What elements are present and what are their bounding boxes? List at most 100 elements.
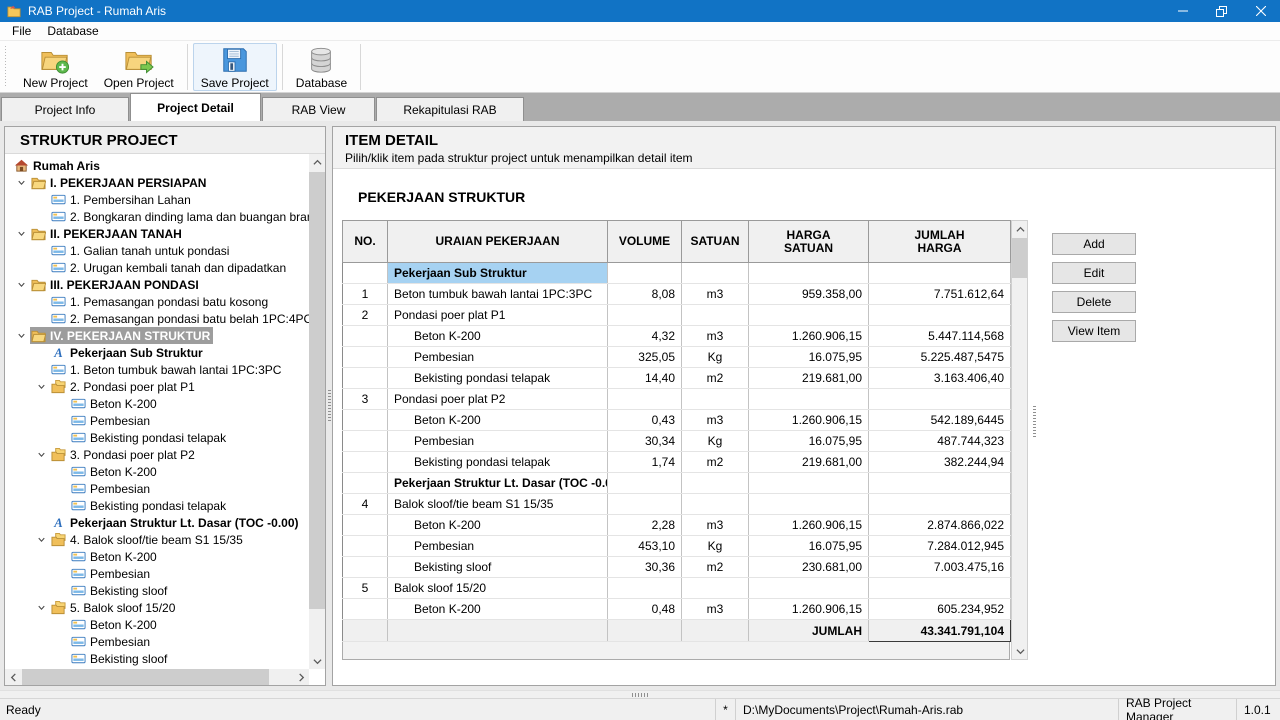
cell-harga-satuan[interactable]: 219.681,00 (749, 452, 869, 473)
tree-item[interactable]: 2. Bongkaran dinding lama dan buangan br… (5, 208, 309, 225)
cell-harga-satuan[interactable]: 219.681,00 (749, 368, 869, 389)
tree-item[interactable]: Bekisting pondasi telapak (5, 429, 309, 446)
cell-volume[interactable]: 2,28 (608, 515, 682, 536)
tree-item[interactable]: Bekisting sloof (5, 650, 309, 667)
scroll-up-icon[interactable] (309, 154, 325, 170)
tree-item[interactable]: Pembesian (5, 633, 309, 650)
cell-no[interactable] (343, 473, 388, 494)
cell-jumlah-harga[interactable] (869, 578, 1011, 599)
tree-item[interactable]: 2. Urugan kembali tanah dan dipadatkan (5, 259, 309, 276)
menu-database[interactable]: Database (39, 22, 106, 40)
tree-item[interactable]: APekerjaan Sub Struktur (5, 344, 309, 361)
tree-item[interactable]: Pembesian (5, 412, 309, 429)
cell-volume[interactable]: 30,36 (608, 557, 682, 578)
cell-uraian[interactable]: Pekerjaan Struktur Lt. Dasar (TOC -0.00) (388, 473, 608, 494)
cell-jumlah-harga[interactable] (869, 305, 1011, 326)
cell-harga-satuan[interactable] (749, 305, 869, 326)
cell-jumlah-harga[interactable]: 487.744,323 (869, 431, 1011, 452)
view-item-button[interactable]: View Item (1052, 320, 1136, 342)
tree-item[interactable]: APekerjaan Struktur Lt. Dasar (TOC -0.00… (5, 514, 309, 531)
cell-uraian[interactable]: Bekisting pondasi telapak (388, 452, 608, 473)
cell-no[interactable] (343, 515, 388, 536)
cell-uraian[interactable]: Beton K-200 (388, 599, 608, 620)
cell-no[interactable] (343, 263, 388, 284)
cell-volume[interactable] (608, 263, 682, 284)
cell-satuan[interactable] (682, 494, 749, 515)
cell-uraian[interactable]: Pondasi poer plat P2 (388, 389, 608, 410)
col-header-uraian-pekerjaan[interactable]: URAIAN PEKERJAAN (388, 221, 608, 263)
chevron-down-icon[interactable] (13, 227, 30, 241)
chevron-down-icon[interactable] (33, 380, 50, 394)
cell-no[interactable] (343, 599, 388, 620)
tab-rekapitulasi-rab[interactable]: Rekapitulasi RAB (376, 97, 524, 121)
tree-item[interactable]: Beton K-200 (5, 548, 309, 565)
tree-horizontal-scrollbar[interactable] (5, 669, 309, 685)
tree-item[interactable]: Beton K-200 (5, 616, 309, 633)
detail-splitter-grip[interactable] (1033, 406, 1036, 438)
cell-jumlah-harga[interactable]: 382.244,94 (869, 452, 1011, 473)
cell-no[interactable] (343, 431, 388, 452)
cell-volume[interactable] (608, 578, 682, 599)
cell-harga-satuan[interactable]: 230.681,00 (749, 557, 869, 578)
cell-harga-satuan[interactable] (749, 263, 869, 284)
cell-volume[interactable] (608, 494, 682, 515)
col-header-jumlah-harga[interactable]: JUMLAH HARGA (869, 221, 1011, 263)
scrollbar-thumb[interactable] (309, 172, 325, 609)
chevron-down-icon[interactable] (33, 533, 50, 547)
chevron-down-icon[interactable] (13, 278, 30, 292)
cell-uraian[interactable]: Beton tumbuk bawah lantai 1PC:3PC (388, 284, 608, 305)
scroll-down-icon[interactable] (1012, 643, 1028, 659)
close-button[interactable] (1241, 0, 1280, 22)
cell-no[interactable]: 2 (343, 305, 388, 326)
chevron-down-icon[interactable] (33, 448, 50, 462)
tree-vertical-scrollbar[interactable] (309, 154, 325, 669)
cell-satuan[interactable]: m3 (682, 599, 749, 620)
cell-uraian[interactable]: Beton K-200 (388, 410, 608, 431)
tree-item[interactable]: Pembesian (5, 565, 309, 582)
cell-satuan[interactable]: Kg (682, 431, 749, 452)
cell-volume[interactable]: 14,40 (608, 368, 682, 389)
scroll-down-icon[interactable] (309, 653, 325, 669)
cell-volume[interactable] (608, 473, 682, 494)
tree-item[interactable]: Bekisting pondasi telapak (5, 497, 309, 514)
database-button[interactable]: Database (288, 43, 355, 91)
cell-volume[interactable]: 4,32 (608, 326, 682, 347)
cell-satuan[interactable]: Kg (682, 347, 749, 368)
cell-volume[interactable]: 8,08 (608, 284, 682, 305)
tree-item[interactable]: Beton K-200 (5, 395, 309, 412)
cell-uraian[interactable]: Beton K-200 (388, 515, 608, 536)
cell-satuan[interactable] (682, 473, 749, 494)
cell-volume[interactable]: 325,05 (608, 347, 682, 368)
add-button[interactable]: Add (1052, 233, 1136, 255)
tab-rab-view[interactable]: RAB View (262, 97, 375, 121)
cell-satuan[interactable]: m3 (682, 284, 749, 305)
scroll-up-icon[interactable] (1012, 221, 1028, 237)
cell-no[interactable] (343, 410, 388, 431)
cell-no[interactable] (343, 326, 388, 347)
cell-jumlah-harga[interactable] (869, 263, 1011, 284)
edit-button[interactable]: Edit (1052, 262, 1136, 284)
cell-jumlah-harga[interactable]: 7.284.012,945 (869, 536, 1011, 557)
tree-item[interactable]: 5. Balok sloof 15/20 (5, 599, 309, 616)
grid-vertical-scrollbar[interactable] (1011, 220, 1028, 660)
chevron-down-icon[interactable] (33, 601, 50, 615)
cell-satuan[interactable]: m2 (682, 368, 749, 389)
cell-satuan[interactable]: m3 (682, 410, 749, 431)
tree-item[interactable]: 1. Beton tumbuk bawah lantai 1PC:3PC (5, 361, 309, 378)
cell-harga-satuan[interactable]: 1.260.906,15 (749, 410, 869, 431)
cell-no[interactable]: 1 (343, 284, 388, 305)
cell-harga-satuan[interactable]: 959.358,00 (749, 284, 869, 305)
cell-harga-satuan[interactable] (749, 473, 869, 494)
cell-harga-satuan[interactable]: 16.075,95 (749, 347, 869, 368)
tree-item[interactable]: II. PEKERJAAN TANAH (5, 225, 309, 242)
col-header-satuan[interactable]: SATUAN (682, 221, 749, 263)
cell-satuan[interactable] (682, 389, 749, 410)
cell-uraian[interactable]: Balok sloof/tie beam S1 15/35 (388, 494, 608, 515)
tree-item[interactable]: 2. Pemasangan pondasi batu belah 1PC:4PC (5, 310, 309, 327)
cell-harga-satuan[interactable]: 1.260.906,15 (749, 515, 869, 536)
scroll-right-icon[interactable] (293, 669, 309, 685)
cell-volume[interactable]: 30,34 (608, 431, 682, 452)
tree-item[interactable]: 1. Galian tanah untuk pondasi (5, 242, 309, 259)
minimize-button[interactable] (1163, 0, 1202, 22)
cell-harga-satuan[interactable]: 16.075,95 (749, 536, 869, 557)
